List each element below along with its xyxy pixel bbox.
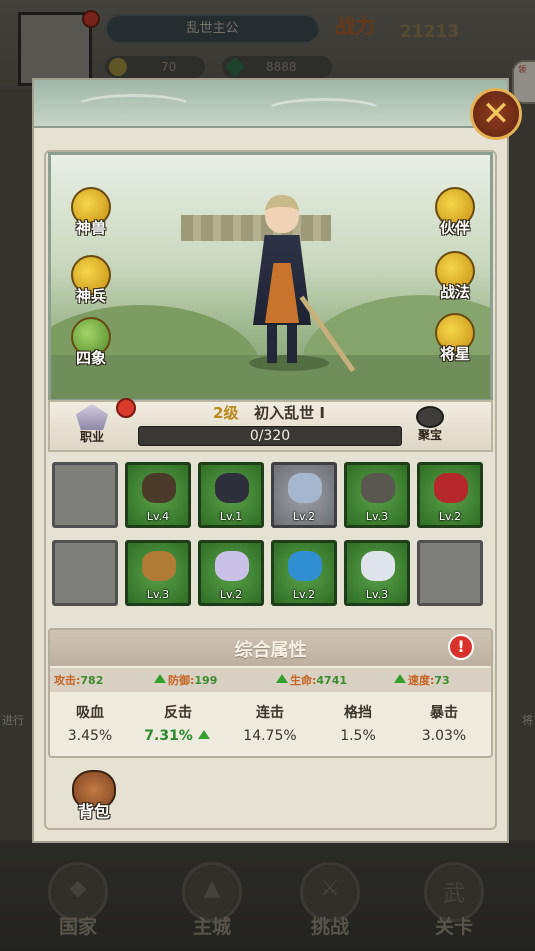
attributes-title: 综合属性 (234, 640, 307, 661)
equipment-level: Lv.3 (146, 588, 170, 601)
four-symbols-button[interactable]: 四象 (61, 317, 121, 377)
equipment-grid: Lv.4 Lv.1 Lv.2 Lv.3 Lv.2 Lv.3 Lv.2 Lv.2 Lv.3 (48, 456, 493, 616)
experience-bar: 0/320 (138, 426, 402, 446)
divine-beast-button[interactable]: 神兽 (61, 187, 121, 247)
equipment-slot[interactable]: Lv.3 (125, 540, 191, 606)
equipment-level: Lv.2 (292, 588, 316, 601)
tactics-button[interactable]: 战法 (425, 251, 485, 311)
defense-stat: 防御:199 (154, 672, 217, 688)
cloud-decoration (264, 98, 384, 124)
equipment-item-icon (215, 473, 249, 503)
attack-stat: 攻击:782 (54, 674, 104, 687)
block-stat: 格挡 1.5% (340, 705, 376, 744)
close-button[interactable]: ✕ (470, 88, 522, 140)
equipment-item-icon (142, 473, 176, 503)
empty-equipment-slot[interactable] (52, 540, 118, 606)
equipment-slot[interactable]: Lv.3 (344, 540, 410, 606)
equipment-level: Lv.3 (365, 588, 389, 601)
equipment-level: Lv.2 (438, 510, 462, 523)
equipment-slot[interactable]: Lv.1 (198, 462, 264, 528)
equipment-slot[interactable]: Lv.2 (271, 540, 337, 606)
equipment-level: Lv.2 (292, 510, 316, 523)
treasure-button[interactable]: 聚宝 (406, 404, 454, 448)
hp-stat: 生命:4741 (276, 672, 347, 688)
combo-stat: 连击 14.75% (243, 705, 297, 744)
cloud-decoration (74, 94, 194, 120)
class-notification-dot (116, 398, 136, 418)
crit-stat: 暴击 3.03% (421, 705, 467, 744)
counter-stat: 反击 7.31% (140, 702, 216, 744)
up-arrow-icon (154, 674, 166, 683)
equipment-item-icon (288, 473, 322, 503)
equipment-slot[interactable]: Lv.2 (271, 462, 337, 528)
hero-character[interactable] (229, 187, 356, 377)
equipment-item-icon (361, 551, 395, 581)
class-button[interactable]: 职业 (70, 400, 114, 448)
equipment-item-icon (142, 551, 176, 581)
hero-scene: 神兽 神兵 四象 伙伴 战法 将星 (48, 152, 493, 402)
equipment-level: Lv.3 (365, 510, 389, 523)
partner-button[interactable]: 伙伴 (425, 187, 485, 247)
up-arrow-icon (394, 674, 406, 683)
up-arrow-icon (276, 674, 288, 683)
general-star-button[interactable]: 将星 (425, 313, 485, 373)
equipment-item-icon (434, 473, 468, 503)
panel-header (34, 80, 507, 128)
speed-stat: 速度:73 (394, 672, 450, 688)
equipment-slot[interactable]: Lv.2 (198, 540, 264, 606)
divine-weapon-button[interactable]: 神兵 (61, 255, 121, 315)
helmet-icon (76, 404, 108, 430)
attributes-panel: 综合属性 ! 攻击:782 防御:199 生命:4741 速度:73 吸血 3.… (48, 628, 493, 758)
empty-equipment-slot[interactable] (417, 540, 483, 606)
level-title: 2级 初入乱世 I (213, 404, 325, 422)
equipment-item-icon (361, 473, 395, 503)
up-arrow-icon (197, 730, 210, 739)
equipment-slot[interactable]: Lv.4 (125, 462, 191, 528)
equipment-item-icon (215, 551, 249, 581)
equipment-item-icon (288, 551, 322, 581)
equipment-level: Lv.4 (146, 510, 170, 523)
main-stats-row: 攻击:782 防御:199 生命:4741 速度:73 (50, 668, 491, 692)
empty-equipment-slot[interactable] (52, 462, 118, 528)
treasure-icon (416, 406, 444, 428)
equipment-level: Lv.2 (219, 588, 243, 601)
equipment-slot[interactable]: Lv.3 (344, 462, 410, 528)
bag-button[interactable]: 背包 (66, 770, 122, 826)
alert-icon[interactable]: ! (448, 634, 474, 660)
lifesteal-stat: 吸血 3.45% (67, 705, 113, 744)
equipment-slot[interactable]: Lv.2 (417, 462, 483, 528)
character-panel: 神兽 神兵 四象 伙伴 战法 将星 职业 2级 初入乱世 I 0/320 聚宝 … (32, 78, 522, 843)
equipment-level: Lv.1 (219, 510, 243, 523)
